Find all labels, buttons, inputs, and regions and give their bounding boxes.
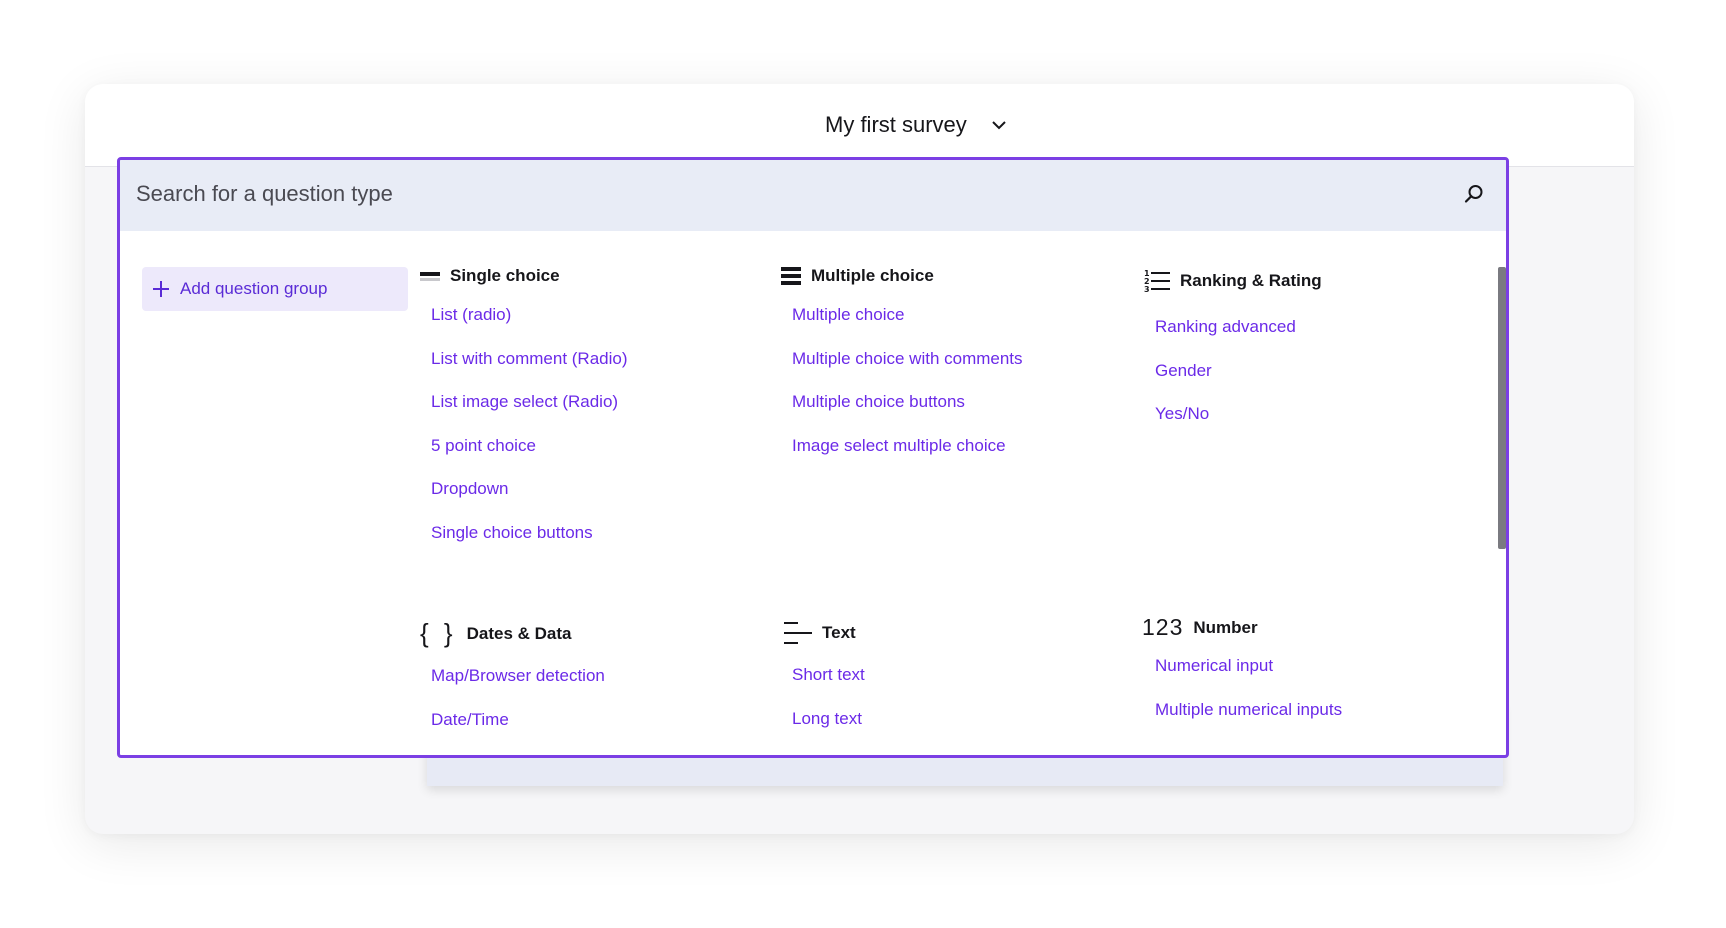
question-type-item[interactable]: Multiple choice buttons <box>792 391 1023 435</box>
question-type-list: Map/Browser detection Date/Time <box>420 665 605 752</box>
braces-icon: { } <box>420 618 457 648</box>
category-title: Number <box>1193 617 1258 637</box>
survey-title-dropdown[interactable]: My first survey <box>825 112 1007 138</box>
category-text: Text Short text Long text <box>784 620 865 751</box>
category-header: 1 2 3 Ranking & Rating <box>1144 268 1322 294</box>
number-icon: 123 <box>1142 614 1184 640</box>
question-type-item[interactable]: Ranking advanced <box>1155 316 1322 360</box>
question-type-list: Numerical input Multiple numerical input… <box>1142 655 1342 742</box>
question-type-item[interactable]: Long text <box>792 708 865 752</box>
category-multiple-choice: Multiple choice Multiple choice Multiple… <box>781 266 1023 478</box>
category-dates-data: { } Dates & Data Map/Browser detection D… <box>420 618 605 752</box>
question-type-item[interactable]: List image select (Radio) <box>431 391 628 435</box>
search-bar <box>120 160 1506 231</box>
question-type-item[interactable]: Date/Time <box>431 709 605 753</box>
top-bar: My first survey <box>85 84 1634 167</box>
question-type-item[interactable]: Single choice buttons <box>431 522 628 566</box>
category-title: Ranking & Rating <box>1180 271 1322 290</box>
text-lines-icon <box>784 622 812 644</box>
question-type-picker: Add question group Single choice List (r… <box>117 157 1509 758</box>
multiple-choice-icon <box>781 267 801 285</box>
question-type-item[interactable]: Multiple choice <box>792 304 1023 348</box>
category-single-choice: Single choice List (radio) List with com… <box>420 266 628 566</box>
category-header: { } Dates & Data <box>420 618 605 649</box>
search-icon[interactable] <box>1464 184 1484 204</box>
question-type-item[interactable]: Map/Browser detection <box>431 665 605 709</box>
category-ranking-rating: 1 2 3 Ranking & Rating Ranking advanced … <box>1144 268 1322 447</box>
category-title: Single choice <box>450 266 560 285</box>
question-type-item[interactable]: Short text <box>792 664 865 708</box>
chevron-down-icon <box>992 121 1006 130</box>
search-input[interactable] <box>136 174 1436 214</box>
question-type-list: List (radio) List with comment (Radio) L… <box>420 304 628 566</box>
plus-icon <box>153 281 169 297</box>
question-type-list: Multiple choice Multiple choice with com… <box>781 304 1023 478</box>
single-choice-icon <box>420 272 440 281</box>
category-title: Dates & Data <box>466 623 572 643</box>
add-question-group-label: Add question group <box>180 279 328 298</box>
question-type-item[interactable]: List (radio) <box>431 304 628 348</box>
question-type-item[interactable]: Multiple choice with comments <box>792 348 1023 392</box>
add-question-group-button[interactable]: Add question group <box>142 267 408 311</box>
question-type-item[interactable]: Dropdown <box>431 478 628 522</box>
question-type-item[interactable]: List with comment (Radio) <box>431 348 628 392</box>
question-type-item[interactable]: Numerical input <box>1155 655 1342 699</box>
scrollbar-thumb[interactable] <box>1498 267 1506 549</box>
question-type-item[interactable]: Yes/No <box>1155 403 1322 447</box>
question-type-item[interactable]: Gender <box>1155 360 1322 404</box>
question-type-item[interactable]: Multiple numerical inputs <box>1155 699 1342 743</box>
category-header: Single choice <box>420 266 628 286</box>
category-header: Multiple choice <box>781 266 1023 286</box>
question-type-item[interactable]: 5 point choice <box>431 435 628 479</box>
category-title: Multiple choice <box>811 266 934 285</box>
svg-text:3: 3 <box>1144 285 1150 294</box>
question-type-list: Ranking advanced Gender Yes/No <box>1144 316 1322 447</box>
category-header: 123 Number <box>1142 614 1342 641</box>
category-header: Text <box>784 620 865 646</box>
survey-title: My first survey <box>825 112 967 137</box>
category-number: 123 Number Numerical input Multiple nume… <box>1142 614 1342 742</box>
question-type-list: Short text Long text <box>784 664 865 751</box>
ranking-list-icon: 1 2 3 <box>1144 269 1170 294</box>
category-title: Text <box>822 623 856 642</box>
question-type-item[interactable]: Image select multiple choice <box>792 435 1023 479</box>
